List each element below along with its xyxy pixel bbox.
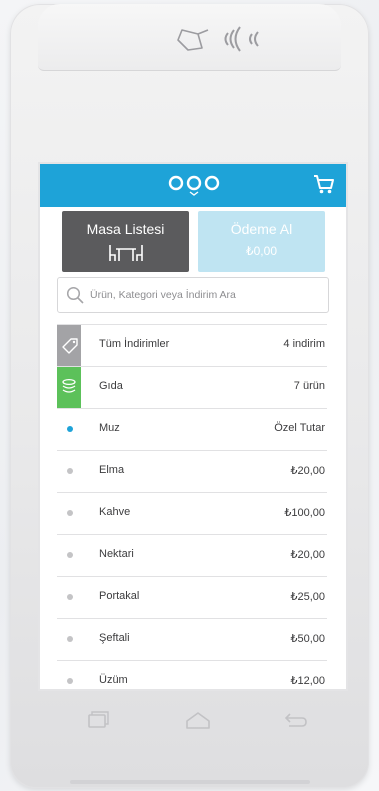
- search-input[interactable]: [88, 284, 324, 306]
- list-item-value: ₺12,00: [290, 675, 325, 687]
- bullet-dot-icon: [67, 678, 73, 684]
- shopping-cart-icon[interactable]: [312, 173, 336, 195]
- list-item-value: ₺25,00: [290, 591, 325, 603]
- contactless-nfc-icon: [177, 26, 259, 52]
- back-icon[interactable]: [284, 713, 307, 727]
- bullet-dot-icon: [67, 426, 73, 432]
- list-item-name: Şeftali: [99, 632, 130, 644]
- list-item-name: Tüm İndirimler: [99, 338, 170, 350]
- recent-apps-icon[interactable]: [88, 711, 109, 728]
- home-icon[interactable]: [186, 712, 210, 729]
- ooo-logo-icon[interactable]: [164, 174, 224, 196]
- search-icon: [66, 286, 84, 304]
- list-item-value: ₺100,00: [284, 507, 325, 519]
- search-box[interactable]: [57, 277, 329, 313]
- food-layers-icon: [62, 378, 76, 393]
- bullet-dot-icon: [67, 636, 73, 642]
- list-item-portakal[interactable]: Portakal ₺25,00: [57, 577, 327, 619]
- list-item-food[interactable]: Gıda 7 ürün: [57, 367, 327, 409]
- payment-label: Ödeme Al: [230, 221, 293, 237]
- list-item-discounts[interactable]: Tüm İndirimler 4 indirim: [57, 324, 327, 367]
- list-item-value: 7 ürün: [293, 380, 325, 392]
- list-item-uzum[interactable]: Üzüm ₺12,00: [57, 661, 327, 689]
- bullet-dot-icon: [67, 552, 73, 558]
- list-item-name: Elma: [99, 464, 125, 476]
- payment-button[interactable]: Ödeme Al ₺0,00: [198, 211, 325, 272]
- pos-screen: Masa Listesi Ödeme Al ₺0,00 Tüm İndiriml…: [40, 164, 346, 689]
- list-item-value: ₺50,00: [290, 633, 325, 645]
- food-badge: [57, 367, 81, 408]
- list-item-name: Muz: [99, 422, 120, 434]
- bullet-dot-icon: [67, 510, 73, 516]
- discount-tag-icon: [62, 338, 78, 354]
- list-item-muz[interactable]: Muz Özel Tutar: [57, 409, 327, 451]
- app-header: [40, 164, 346, 207]
- list-item-value: 4 indirim: [283, 338, 325, 350]
- list-item-name: Kahve: [99, 506, 131, 518]
- list-item-elma[interactable]: Elma ₺20,00: [57, 451, 327, 493]
- list-item-nektari[interactable]: Nektari ₺20,00: [57, 535, 327, 577]
- android-nav-bar: [88, 711, 307, 729]
- product-list: Tüm İndirimler 4 indirim Gıda 7 ürün Muz…: [57, 324, 327, 689]
- device-top-cap: [38, 4, 341, 71]
- list-item-value: ₺20,00: [290, 549, 325, 561]
- list-item-name: Nektari: [99, 548, 134, 560]
- table-list-label: Masa Listesi: [86, 221, 165, 237]
- list-item-value: Özel Tutar: [274, 422, 325, 434]
- list-item-value: ₺20,00: [290, 465, 325, 477]
- list-item-name: Üzüm: [99, 674, 128, 686]
- device-bottom-edge: [70, 780, 310, 784]
- list-item-seftali[interactable]: Şeftali ₺50,00: [57, 619, 327, 661]
- bullet-dot-icon: [67, 468, 73, 474]
- list-item-kahve[interactable]: Kahve ₺100,00: [57, 493, 327, 535]
- discount-badge: [57, 325, 81, 366]
- list-item-name: Gıda: [99, 380, 123, 392]
- table-list-button[interactable]: Masa Listesi: [62, 211, 189, 272]
- bullet-dot-icon: [67, 594, 73, 600]
- list-item-name: Portakal: [99, 590, 140, 602]
- table-chairs-icon: [109, 245, 143, 261]
- payment-amount: ₺0,00: [246, 244, 277, 258]
